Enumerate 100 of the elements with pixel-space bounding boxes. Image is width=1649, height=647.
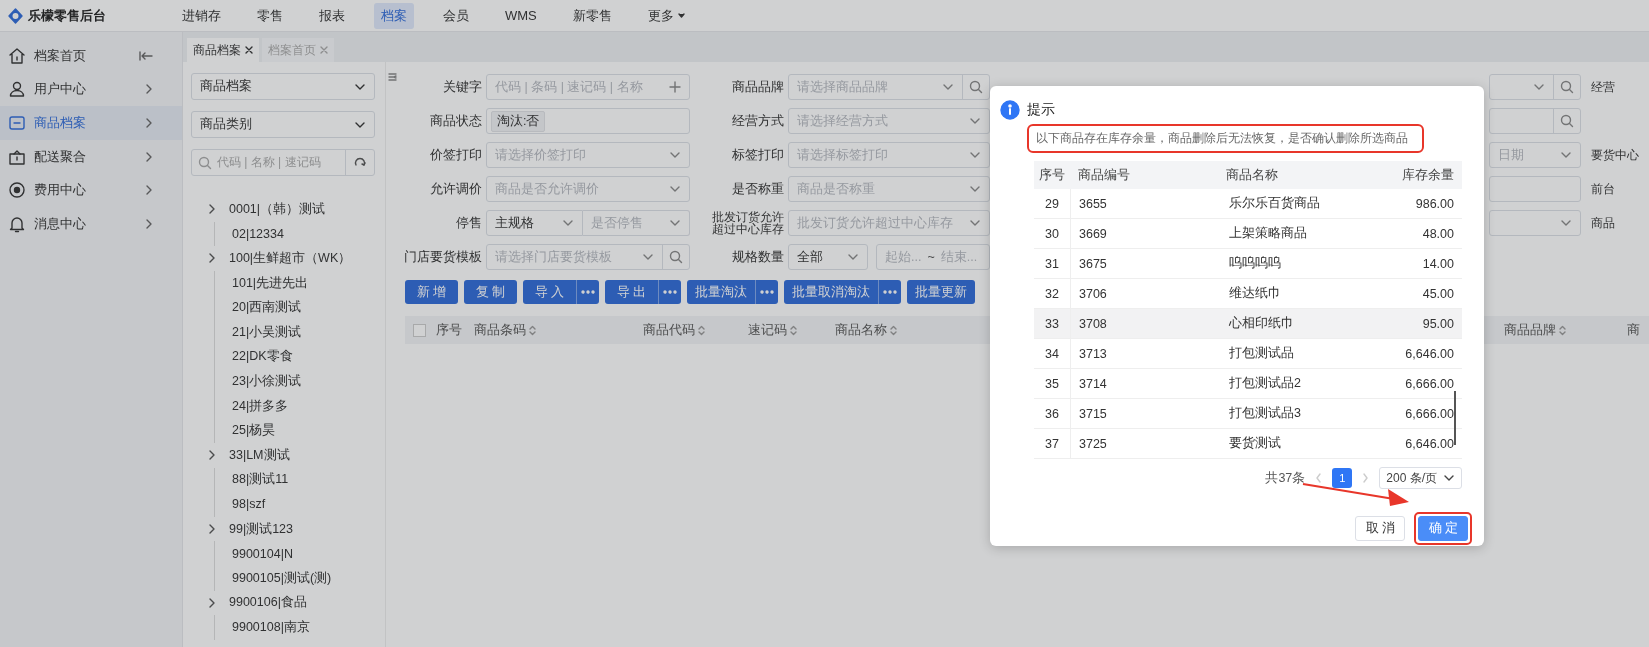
chevron-right-icon[interactable] <box>208 523 216 535</box>
page-number[interactable]: 1 <box>1332 468 1353 488</box>
prev-page-icon[interactable] <box>1315 473 1323 483</box>
column-header[interactable]: 序号 <box>436 321 462 339</box>
action-button[interactable]: 复制 <box>464 280 517 304</box>
input-field[interactable] <box>1489 176 1581 202</box>
column-header[interactable]: 商品品牌 <box>1504 321 1556 339</box>
column-header[interactable]: 商品名称 <box>835 321 887 339</box>
sort-icon <box>890 324 897 336</box>
table-cell: 34 <box>1034 339 1071 368</box>
tree-node[interactable]: 24|拼多多 <box>232 397 289 415</box>
chevron-down-icon <box>969 151 981 159</box>
table-cell-text: 3713 <box>1078 346 1108 361</box>
column-header[interactable]: 商品代码 <box>643 321 695 339</box>
category-select[interactable]: 商品类别 <box>191 111 375 138</box>
nav-tab[interactable]: 新零售 <box>565 2 619 29</box>
column-header[interactable]: 速记码 <box>748 321 787 339</box>
table-cell-text: 3706 <box>1078 286 1108 301</box>
tree-node[interactable]: 88|测试11 <box>232 471 289 489</box>
action-button[interactable]: 导入 <box>523 280 599 304</box>
page-size-select[interactable]: 200 条/页 <box>1379 467 1462 489</box>
category-select[interactable]: 商品档案 <box>191 73 375 100</box>
chevron-right-icon[interactable] <box>208 596 216 609</box>
table-row[interactable]: 29 3655 乐尔乐百货商品 986.00 <box>1034 189 1462 219</box>
tree-node[interactable]: 9900108|南京 <box>232 618 310 636</box>
page-tab[interactable]: 商品档案 <box>187 38 259 62</box>
column-header[interactable]: 商品条码 <box>474 321 526 339</box>
filter-label: 要货中心 <box>1591 147 1639 162</box>
chevron-down-icon <box>1560 219 1572 227</box>
action-button[interactable]: 导出 <box>605 280 681 304</box>
tree-node[interactable]: 99|测试123 <box>229 520 293 538</box>
tree-node[interactable]: 101|先进先出 <box>232 274 309 292</box>
status-field[interactable]: 淘汰:否 <box>486 108 690 134</box>
next-page-icon[interactable] <box>1362 473 1370 483</box>
select-field[interactable] <box>1489 74 1581 100</box>
action-button[interactable]: 批量取消淘汰 <box>784 280 901 304</box>
tree-node[interactable]: 25|杨昊 <box>232 422 276 440</box>
tree-node[interactable]: 0001|（韩）测试 <box>229 200 326 218</box>
tree-node[interactable]: 22|DK零食 <box>232 348 293 366</box>
chevron-right-icon <box>145 217 153 230</box>
scrollbar[interactable] <box>1454 391 1456 445</box>
close-icon[interactable] <box>245 46 253 54</box>
chevron-right-icon[interactable] <box>208 203 216 216</box>
input-field[interactable] <box>1489 108 1581 134</box>
table-cell-text: 6,666.00 <box>1404 406 1455 421</box>
more-dots-icon <box>581 290 595 294</box>
filter-label: 商品 <box>1591 215 1615 230</box>
nav-tab[interactable]: 零售 <box>250 2 290 29</box>
collapse-icon[interactable] <box>139 49 153 62</box>
table-cell-text: 维达纸巾 <box>1228 285 1282 302</box>
nav-tab[interactable]: 更多 <box>640 2 692 29</box>
filter-label: 前台 <box>1591 181 1615 196</box>
chevron-right-icon[interactable] <box>208 449 216 462</box>
chevron-right-icon <box>145 83 153 96</box>
sort-icon <box>790 324 797 336</box>
tree-node[interactable]: 9900105|测试(测) <box>232 569 332 587</box>
tree-node[interactable]: 20|西南测试 <box>232 299 302 317</box>
table-row[interactable]: 34 3713 打包测试品 6,646.00 <box>1034 339 1462 369</box>
table-row[interactable]: 33 3708 心相印纸巾 95.00 <box>1034 309 1462 339</box>
action-button[interactable]: 新增 <box>405 280 458 304</box>
filter-label: 价签打印 <box>430 146 482 164</box>
panel-toggle-icon[interactable] <box>388 72 397 82</box>
search-icon <box>669 250 683 264</box>
spec-count-select[interactable]: 全部 <box>788 244 868 270</box>
tree-node[interactable]: 02|12334 <box>232 226 284 241</box>
select-field[interactable] <box>1489 210 1581 236</box>
table-row[interactable]: 37 3725 要货测试 6,646.00 <box>1034 429 1462 459</box>
sidebar-item[interactable]: 商品档案 <box>0 106 182 140</box>
table-cell-text: 乐尔乐百货商品 <box>1228 195 1321 212</box>
tree-node[interactable]: 9900104|N <box>232 546 293 561</box>
tree-node[interactable]: 21|小吴测试 <box>232 323 302 341</box>
table-row[interactable]: 35 3714 打包测试品2 6,666.00 <box>1034 369 1462 399</box>
sidebar-item[interactable]: 档案首页 <box>0 39 182 73</box>
nav-tab[interactable]: 会员 <box>436 2 476 29</box>
chevron-down-icon <box>354 120 366 129</box>
nav-tab[interactable]: WMS <box>498 4 544 27</box>
action-button[interactable]: 批量淘汰 <box>687 280 778 304</box>
table-row[interactable]: 30 3669 上架策略商品 48.00 <box>1034 219 1462 249</box>
filter-label: 是否称重 <box>732 180 784 198</box>
table-cell: 33 <box>1034 309 1071 338</box>
nav-tab[interactable]: 档案 <box>374 2 414 29</box>
tree-node[interactable]: 33|LM测试 <box>229 446 290 464</box>
sidebar-item[interactable]: 费用中心 <box>0 173 182 207</box>
tree-node[interactable]: 100|生鲜超市（WK） <box>229 250 352 267</box>
nav-tab[interactable]: 报表 <box>312 2 352 29</box>
spec-select[interactable]: 主规格 <box>486 210 583 236</box>
tree-node[interactable]: 23|小徐测试 <box>232 372 302 390</box>
more-dots-icon <box>663 290 677 294</box>
tree-node[interactable]: 98|szf <box>232 497 266 512</box>
dialog-button[interactable]: 取消 <box>1355 516 1405 541</box>
nav-tab[interactable]: 进销存 <box>175 2 228 29</box>
table-row[interactable]: 31 3675 呜呜呜呜 14.00 <box>1034 249 1462 279</box>
action-button[interactable]: 批量更新 <box>907 280 975 304</box>
logo-icon <box>8 7 23 24</box>
tree-node[interactable]: 9900106|食品 <box>229 594 307 612</box>
column-header: 序号 <box>1038 166 1067 184</box>
select-all-checkbox[interactable] <box>413 323 426 337</box>
column-header[interactable]: 商 <box>1627 321 1640 339</box>
chevron-right-icon[interactable] <box>208 252 216 265</box>
sidebar-item[interactable]: 消息中心 <box>0 206 182 241</box>
